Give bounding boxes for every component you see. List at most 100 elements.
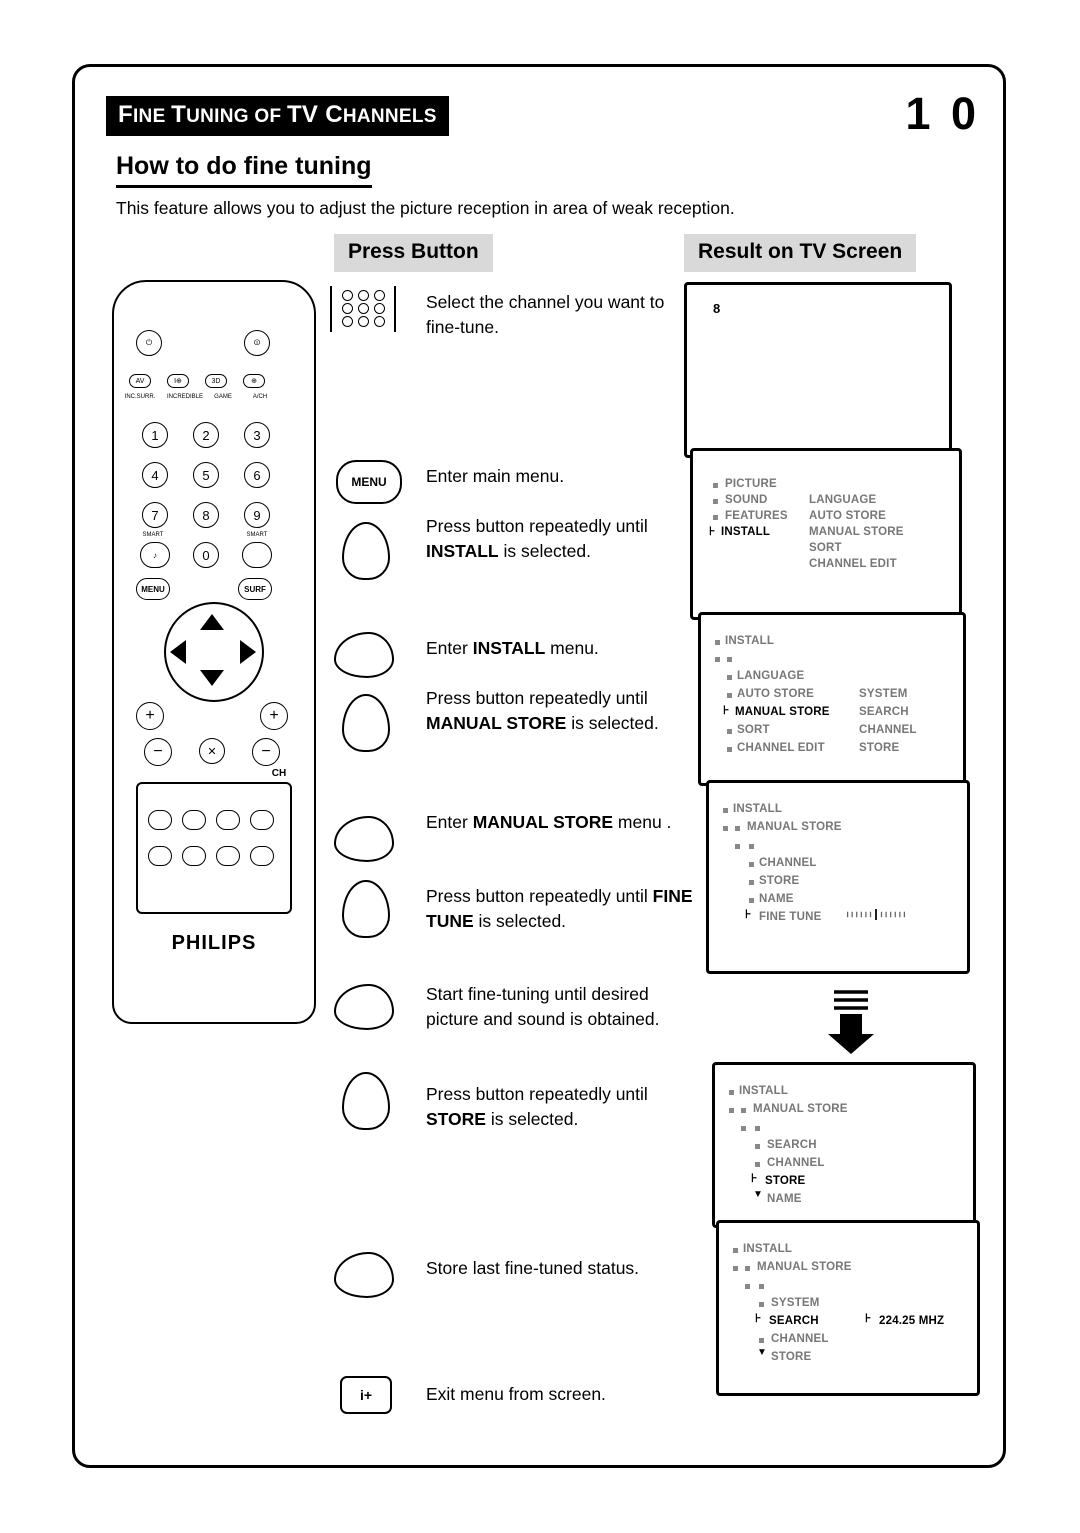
remote-smart-left-label: SMART — [142, 532, 164, 538]
remote-3d-label: 3D — [211, 377, 221, 385]
sm-down-icon: ▼ — [753, 1189, 763, 1200]
remote-incredible-button[interactable]: I⊕ — [167, 374, 189, 388]
remote-dpad-up-icon[interactable] — [200, 614, 224, 630]
remote-oval-button[interactable] — [242, 542, 272, 568]
sm-item-search: SEARCH — [767, 1139, 817, 1151]
remote-channel-up-button[interactable]: + — [260, 702, 288, 730]
remote-number-0[interactable]: 0 — [193, 542, 219, 568]
remote-3d-button[interactable]: 3D — [205, 374, 227, 388]
remote-number-1[interactable]: 1 — [142, 422, 168, 448]
remote-ach-label: ⊕ — [251, 378, 257, 385]
step-text-10: Store last fine-tuned status. — [426, 1258, 640, 1278]
page-title-hannels: HANNELS — [342, 106, 437, 127]
step-text-9: Press button repeatedly until STORE is s… — [426, 1084, 648, 1129]
remote-note-label: ♪ — [153, 550, 157, 560]
fine-tune-slider-icon[interactable] — [843, 909, 909, 920]
ms-breadcrumb-install: INSTALL — [733, 803, 783, 815]
step-text-6: Enter MANUAL STORE menu . — [426, 812, 672, 832]
remote-caption-ach: A/CH — [252, 394, 268, 400]
install-right-store: STORE — [859, 742, 900, 754]
info-button-icon[interactable]: i+ — [340, 1376, 392, 1414]
step-text-8: Start fine-tuning until desired picture … — [426, 984, 660, 1029]
step-text-1: Select the channel you want to fine-tune… — [426, 292, 665, 337]
page-title-t: T — [171, 101, 187, 128]
remote-tt-button-7[interactable] — [216, 846, 240, 866]
tv-screen-main-menu: PICTURE SOUND FEATURES ⊦ INSTALL LANGUAG… — [690, 448, 962, 620]
menu-item-features: FEATURES — [725, 510, 788, 522]
sm-item-channel: CHANNEL — [767, 1157, 825, 1169]
page-title-tv-c: TV C — [286, 101, 343, 128]
install-breadcrumb: INSTALL — [725, 635, 775, 647]
column-header-press-button: Press Button — [334, 234, 493, 272]
remote-number-8[interactable]: 8 — [193, 502, 219, 528]
remote-volume-down-button[interactable]: − — [144, 738, 172, 766]
remote-channel-down-label: − — [261, 743, 271, 760]
step-text-11: Exit menu from screen. — [426, 1384, 606, 1404]
remote-number-3[interactable]: 3 — [244, 422, 270, 448]
remote-dpad-right-icon[interactable] — [240, 640, 256, 664]
ms-cursor-icon: ⊦ — [745, 907, 752, 921]
se-down-icon: ▼ — [757, 1347, 767, 1358]
remote-channel-down-button[interactable]: − — [252, 738, 280, 766]
menu-cursor-icon-main: ⊦ — [709, 524, 716, 538]
submenu-item-sort: SORT — [809, 542, 842, 554]
remote-number-9[interactable]: 9 — [244, 502, 270, 528]
remote-av-button[interactable]: AV — [129, 374, 151, 388]
sm-item-name: NAME — [767, 1193, 802, 1205]
remote-mute-button[interactable]: ✕ — [199, 738, 225, 764]
ms-item-channel: CHANNEL — [759, 857, 817, 869]
remote-tt-button-1[interactable] — [148, 810, 172, 830]
sm-item-store: STORE — [765, 1175, 806, 1187]
remote-number-2[interactable]: 2 — [193, 422, 219, 448]
remote-tt-button-8[interactable] — [250, 846, 274, 866]
intro-text: This feature allows you to adjust the pi… — [116, 198, 735, 218]
remote-number-6[interactable]: 6 — [244, 462, 270, 488]
remote-surf-button[interactable]: SURF — [238, 578, 272, 600]
sm-breadcrumb-manual-store: MANUAL STORE — [753, 1103, 848, 1115]
remote-tt-button-3[interactable] — [216, 810, 240, 830]
remote-dpad-left-icon[interactable] — [170, 640, 186, 664]
menu-button-icon[interactable]: MENU — [336, 460, 402, 504]
remote-teletext-pad — [136, 782, 292, 914]
remote-control: ⏻ ⏼ AV I⊕ 3D ⊕ INC.SURR. INCREDIBLE GAME… — [112, 280, 316, 1024]
remote-channel-up-label: + — [269, 707, 279, 724]
step-text-7: Press button repeatedly until FINE TUNE … — [426, 886, 693, 931]
se-item-search: SEARCH — [769, 1315, 819, 1327]
remote-tt-button-5[interactable] — [148, 846, 172, 866]
remote-number-4[interactable]: 4 — [142, 462, 168, 488]
submenu-item-auto-store: AUTO STORE — [809, 510, 886, 522]
se-item-channel: CHANNEL — [771, 1333, 829, 1345]
remote-tt-button-4[interactable] — [250, 810, 274, 830]
remote-caption-game: GAME — [214, 394, 232, 400]
remote-number-5[interactable]: 5 — [193, 462, 219, 488]
remote-note-button[interactable]: ♪ — [140, 542, 170, 568]
remote-smart-right-label: SMART — [246, 532, 268, 538]
remote-number-7[interactable]: 7 — [142, 502, 168, 528]
remote-surf-label: SURF — [244, 584, 266, 594]
remote-brand-logo: PHILIPS — [171, 932, 257, 954]
install-right-system: SYSTEM — [859, 688, 908, 700]
sm-cursor-icon: ⊦ — [751, 1171, 758, 1185]
tv-screen-store-menu: INSTALL MANUAL STORE SEARCH CHANNEL ⊦ ST… — [712, 1062, 976, 1228]
remote-dpad-down-icon[interactable] — [200, 670, 224, 686]
remote-volume-up-button[interactable]: + — [136, 702, 164, 730]
remote-power-alt-button[interactable]: ⏻ — [136, 330, 162, 356]
page-title-ine: INE — [132, 106, 172, 127]
se-breadcrumb-install: INSTALL — [743, 1243, 793, 1255]
menu-button-label: MENU — [351, 475, 387, 489]
remote-tt-button-2[interactable] — [182, 810, 206, 830]
page-number: 1 0 — [905, 88, 980, 139]
remote-standby-button[interactable]: ⏼ — [244, 330, 270, 356]
remote-menu-button[interactable]: MENU — [136, 578, 170, 600]
tv-screen-manual-store: INSTALL MANUAL STORE CHANNEL STORE NAME … — [706, 780, 970, 974]
remote-volume-up-label: + — [145, 707, 155, 724]
ms-item-name: NAME — [759, 893, 794, 905]
remote-tt-button-6[interactable] — [182, 846, 206, 866]
menu-item-install: INSTALL — [721, 526, 771, 538]
se-breadcrumb-manual-store: MANUAL STORE — [757, 1261, 852, 1273]
keypad-icon[interactable] — [330, 286, 396, 332]
remote-av-label: AV — [135, 377, 145, 385]
page-title-uning-of: UNING OF — [186, 106, 287, 127]
submenu-item-language: LANGUAGE — [809, 494, 877, 506]
remote-ach-button[interactable]: ⊕ — [243, 374, 265, 388]
